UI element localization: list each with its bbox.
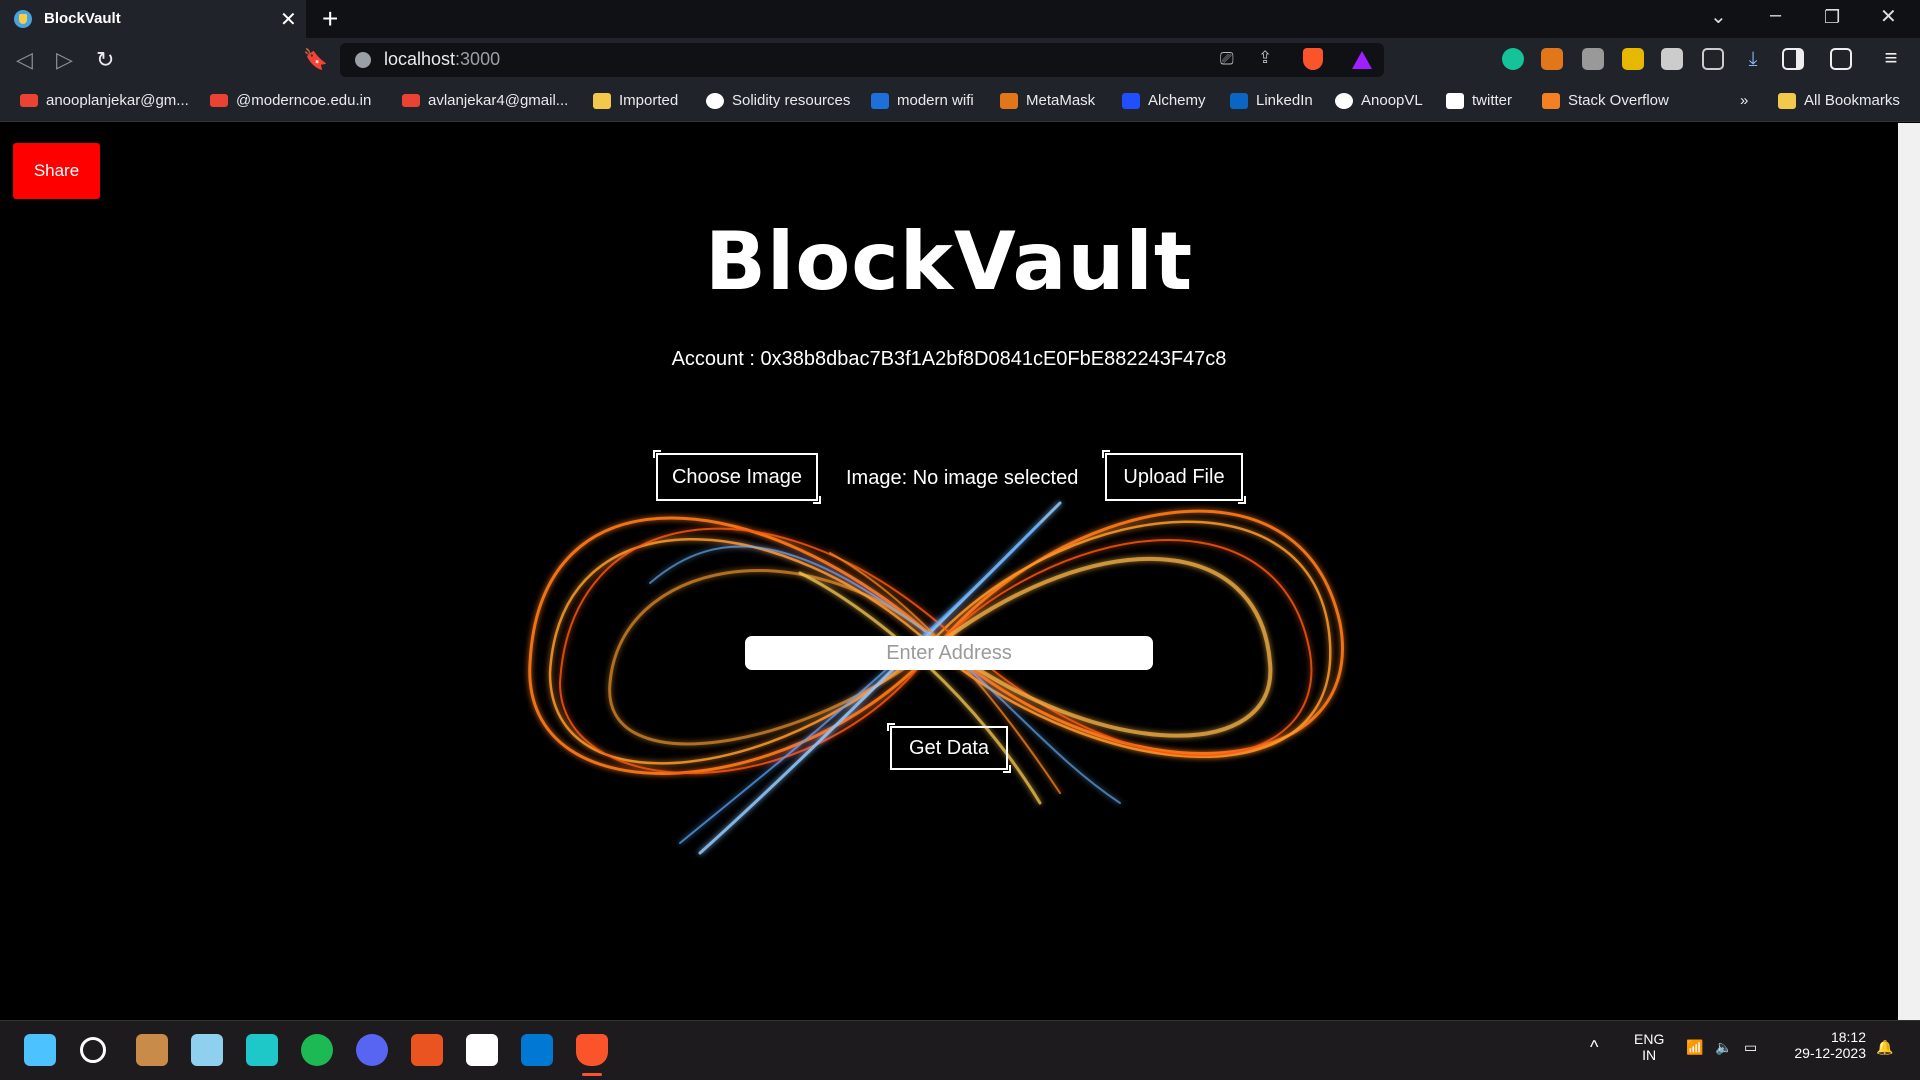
s-icon [871, 92, 889, 109]
linkedin-icon [1230, 92, 1248, 109]
notion-icon[interactable] [466, 1034, 498, 1066]
app-title: BlockVault [704, 215, 1194, 308]
url-text: localhost:3000 [384, 49, 501, 69]
gmail-icon [20, 94, 38, 107]
github-icon [1335, 92, 1353, 109]
restore-icon[interactable]: ❐ [1824, 7, 1840, 28]
site-info-icon[interactable] [355, 52, 371, 68]
close-tab-icon[interactable]: ✕ [280, 7, 297, 32]
bookmark-linkedin[interactable]: LinkedIn [1230, 92, 1313, 109]
bookmark-alchemy[interactable]: Alchemy [1122, 92, 1206, 109]
cast-icon[interactable]: ⎚ [1220, 49, 1234, 69]
image-status-label: Image: No image selected [846, 467, 1079, 489]
bookmark-solidity[interactable]: Solidity resources [706, 92, 850, 109]
bookmark-gmail-2[interactable]: @moderncoe.edu.in [210, 92, 371, 109]
camera-extension-icon[interactable] [1661, 48, 1683, 70]
volume-icon[interactable]: 🔈 [1715, 1039, 1732, 1056]
reload-icon[interactable]: ↻ [96, 47, 114, 73]
cube-app-icon[interactable] [246, 1034, 278, 1066]
search-icon[interactable] [80, 1037, 106, 1063]
minimize-icon[interactable]: – [1770, 4, 1781, 27]
address-input[interactable] [745, 636, 1153, 670]
gmail-icon [210, 94, 228, 107]
windows-start-icon[interactable] [24, 1034, 56, 1066]
brave-rewards-icon[interactable] [1352, 51, 1372, 69]
bookmark-imported-folder[interactable]: Imported [593, 92, 678, 109]
brave-shield-favicon-icon [14, 10, 32, 28]
notifications-icon[interactable]: 🔔 [1876, 1039, 1893, 1056]
bookmark-anoopvl[interactable]: AnoopVL [1335, 92, 1423, 109]
bookmarks-bar: anooplanjekar@gm... @moderncoe.edu.in av… [0, 82, 1920, 122]
metamask-icon [1000, 92, 1018, 109]
bookmark-icon[interactable]: 🔖 [303, 47, 328, 72]
grammarly-icon[interactable] [1502, 48, 1524, 70]
bookmark-gmail-3[interactable]: avlanjekar4@gmail... [402, 92, 568, 109]
stack-overflow-icon [1542, 92, 1560, 109]
tray-expand-icon[interactable]: ^ [1590, 1037, 1598, 1058]
alchemy-icon [1122, 92, 1140, 109]
photos-app-icon[interactable] [191, 1034, 223, 1066]
browser-titlebar: BlockVault ✕ + ⌄ – ❐ ✕ [0, 0, 1920, 38]
language-indicator[interactable]: ENG IN [1634, 1031, 1664, 1063]
vscode-icon[interactable] [521, 1034, 553, 1066]
upload-file-button[interactable]: Upload File [1102, 450, 1246, 504]
active-app-indicator [582, 1073, 602, 1076]
package-app-icon[interactable] [136, 1034, 168, 1066]
share-button[interactable]: Share [13, 143, 100, 199]
page-scrollbar[interactable] [1898, 123, 1920, 1020]
tab-search-chevron-icon[interactable]: ⌄ [1710, 4, 1727, 29]
folder-icon [593, 92, 611, 109]
account-address: Account : 0x38b8dbac7B3f1A2bf8D0841cE0Fb… [671, 348, 1227, 370]
share-page-icon[interactable]: ⇪ [1258, 48, 1272, 68]
more-bookmarks-button[interactable]: » [1740, 92, 1748, 109]
back-icon[interactable]: ◁ [16, 47, 33, 73]
downloads-icon[interactable]: ⤓ [1742, 48, 1764, 70]
forward-icon[interactable]: ▷ [56, 47, 73, 73]
folder-icon [1778, 92, 1796, 109]
tab-blockvault[interactable]: BlockVault ✕ [0, 0, 306, 38]
tab-title: BlockVault [44, 10, 121, 27]
spotify-icon[interactable] [301, 1034, 333, 1066]
extensions-puzzle-icon[interactable] [1702, 48, 1724, 70]
page-content: Share BlockVault Account : 0x38b8dbac7B3… [0, 123, 1898, 1020]
menu-hamburger-icon[interactable]: ≡ [1880, 47, 1902, 70]
wifi-icon[interactable]: 📶 [1686, 1039, 1703, 1056]
new-tab-icon[interactable]: + [322, 3, 338, 35]
discord-icon[interactable] [356, 1034, 388, 1066]
x-icon [1446, 92, 1464, 109]
sidebar-toggle-icon[interactable] [1782, 48, 1804, 70]
cube-extension-icon[interactable] [1582, 48, 1604, 70]
bookmark-metamask[interactable]: MetaMask [1000, 92, 1095, 109]
ubuntu-icon[interactable] [411, 1034, 443, 1066]
all-bookmarks-folder[interactable]: All Bookmarks [1778, 92, 1900, 109]
clock[interactable]: 18:12 29-12-2023 [1782, 1029, 1866, 1061]
bookmark-stack-overflow[interactable]: Stack Overflow [1542, 92, 1669, 109]
close-window-icon[interactable]: ✕ [1880, 4, 1897, 29]
bookmark-gmail-1[interactable]: anooplanjekar@gm... [20, 92, 189, 109]
get-data-button[interactable]: Get Data [887, 723, 1011, 773]
address-bar[interactable]: localhost:3000 ⎚ ⇪ [340, 43, 1384, 77]
gmail-icon [402, 94, 420, 107]
bookmark-modern-wifi[interactable]: modern wifi [871, 92, 974, 109]
brave-shields-icon[interactable] [1303, 48, 1323, 70]
windows-taskbar: ^ ENG IN 📶 🔈 ▭ 18:12 29-12-2023 🔔 [0, 1020, 1920, 1080]
battery-icon[interactable]: ▭ [1744, 1039, 1757, 1056]
lock-extension-icon[interactable] [1622, 48, 1644, 70]
metamask-extension-icon[interactable] [1541, 48, 1563, 70]
brave-browser-icon[interactable] [576, 1034, 608, 1066]
wallet-icon[interactable] [1830, 48, 1852, 70]
choose-image-button[interactable]: Choose Image [653, 450, 821, 504]
github-icon [706, 92, 724, 109]
bookmark-twitter[interactable]: twitter [1446, 92, 1512, 109]
